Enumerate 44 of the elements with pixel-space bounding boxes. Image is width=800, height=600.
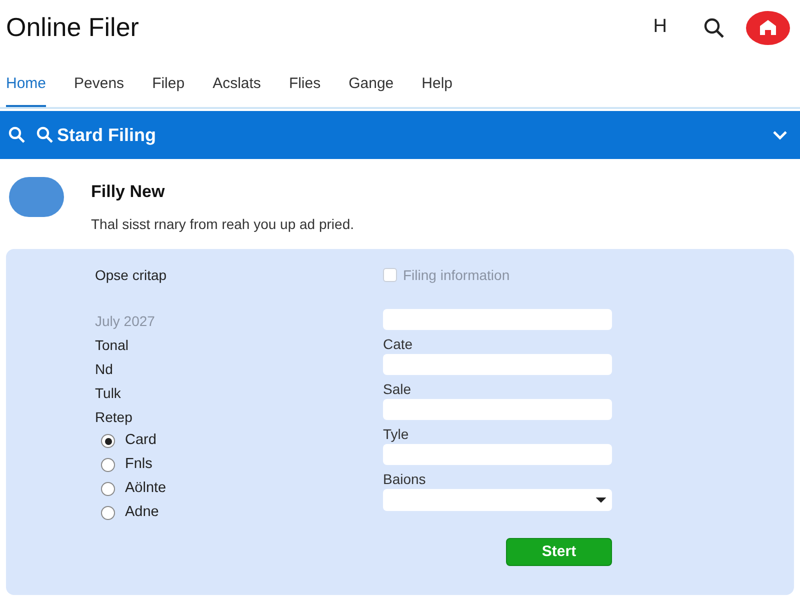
radio-option[interactable]: Card [101, 429, 383, 453]
input-field[interactable] [383, 309, 612, 330]
app-title: Online Filer [6, 11, 139, 44]
profile-description: Thal sisst rnary from reah you up ad pried. [91, 214, 354, 234]
radio-option[interactable]: Adne [101, 501, 383, 525]
radio-button[interactable] [101, 458, 115, 472]
profile-name: Filly New [91, 181, 166, 203]
chevron-down-icon[interactable] [772, 130, 788, 140]
field-label: Nd [95, 360, 114, 379]
nav-tab[interactable]: Help [422, 63, 453, 107]
select-field[interactable] [383, 489, 612, 511]
nav-tab[interactable]: Pevens [74, 63, 124, 107]
input-field[interactable] [383, 399, 612, 420]
search-bar-title: Stard Filing [57, 124, 156, 147]
radio-option[interactable]: Aölnte [101, 477, 383, 501]
nav-tab[interactable]: Filep [152, 63, 185, 107]
field-label: Retep [95, 408, 134, 427]
radio-button[interactable] [101, 482, 115, 496]
field-label: Tonal [95, 336, 130, 355]
home-avatar-icon[interactable] [746, 10, 790, 44]
field-label: Tyle [383, 425, 410, 444]
radio-option[interactable]: Fnls [101, 453, 383, 477]
input-field[interactable] [383, 354, 612, 375]
nav-tab[interactable]: Gange [348, 63, 394, 107]
nav-tab[interactable]: Home [6, 63, 46, 107]
search-icon[interactable] [703, 16, 725, 38]
nav-tab[interactable]: Flies [288, 63, 321, 107]
checkbox[interactable] [383, 268, 397, 282]
field-label: Cate [383, 335, 414, 354]
header-letter[interactable]: H [653, 13, 667, 42]
avatar [9, 177, 64, 217]
field-label: Sale [383, 380, 412, 399]
input-field[interactable] [383, 444, 612, 465]
caret-icon [596, 497, 606, 503]
nav-tab[interactable]: Acslats [212, 63, 261, 107]
field-label: Baions [383, 470, 427, 489]
field-label: Tulk [95, 384, 122, 403]
search-bar[interactable]: Stard Filing [0, 111, 800, 159]
search-icon [8, 126, 26, 144]
radio-button[interactable] [101, 434, 115, 448]
field-value: July 2027 [95, 312, 156, 331]
field-label: Opse critap [95, 266, 168, 285]
radio-button[interactable] [101, 506, 115, 520]
search-icon [36, 126, 54, 144]
